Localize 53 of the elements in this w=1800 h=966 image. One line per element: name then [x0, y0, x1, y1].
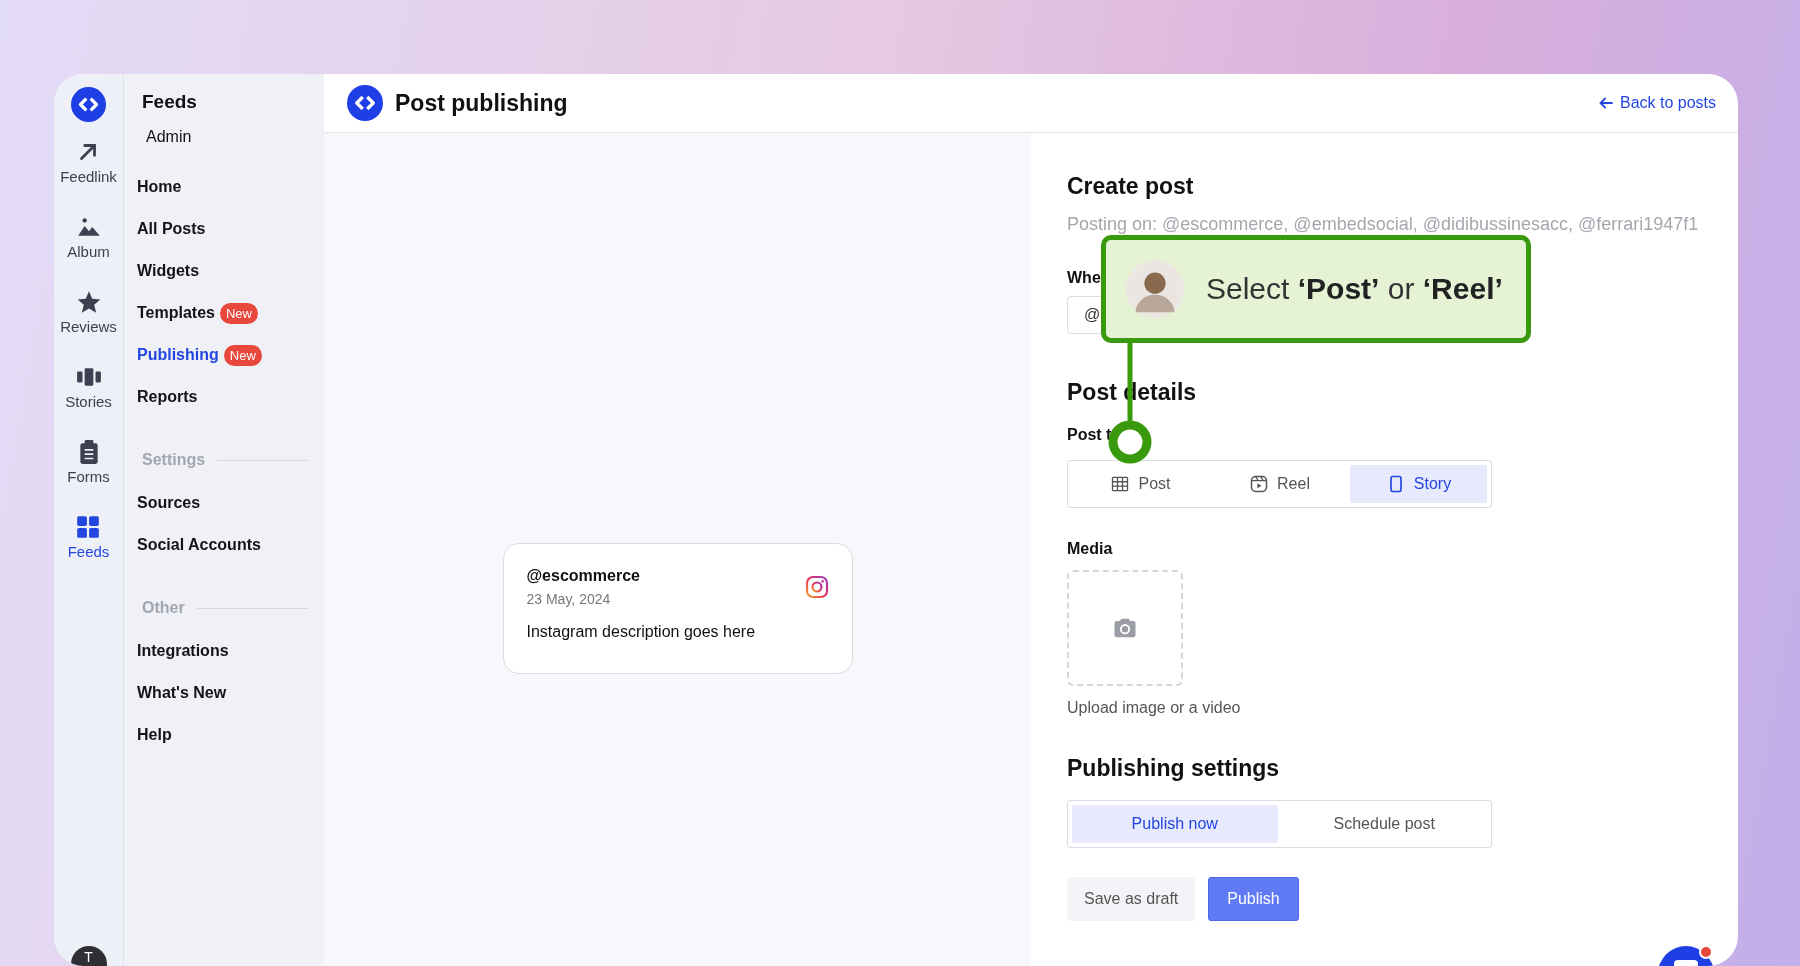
rail-item[interactable]: Stories	[65, 393, 112, 410]
grid-icon	[1110, 474, 1131, 494]
sidebar-item[interactable]: Reports	[137, 388, 198, 406]
play-icon	[1249, 474, 1270, 494]
sidebar-item[interactable]: Widgets	[137, 262, 200, 280]
rail-item[interactable]: Album	[67, 243, 110, 260]
post-type-tab[interactable]: Reel	[1211, 465, 1348, 503]
arrow-left-icon	[1597, 95, 1614, 111]
user-avatar[interactable]: T	[70, 946, 107, 966]
sidebar-item[interactable]: Integrations	[137, 642, 229, 660]
new-badge: New	[223, 344, 262, 366]
publish-mode-tab[interactable]: Schedule post	[1281, 805, 1487, 843]
post-date: 23 May, 2024	[526, 591, 612, 607]
section-heading: Settings	[142, 451, 206, 469]
field-label: Media	[1067, 540, 1113, 558]
account-name[interactable]: Admin	[137, 124, 324, 166]
upload-area[interactable]	[1067, 570, 1183, 686]
posting-accounts: Posting on: @escommerce, @embedsocial, @didibussinesacc, @ferrari1947f1	[1067, 214, 1700, 235]
rail-item[interactable]: Feedlink	[60, 168, 117, 185]
grid-icon	[75, 514, 102, 540]
callout-text: Select ‘Post’ or ‘Reel’	[1206, 272, 1503, 306]
post-type-tab[interactable]: Story	[1350, 465, 1487, 503]
upload-hint: Upload image or a video	[1067, 699, 1242, 717]
back-link[interactable]: Back to posts	[1597, 94, 1716, 112]
section-title: Create post	[1067, 173, 1195, 200]
sidebar-item[interactable]: Publishing	[137, 346, 219, 364]
sidebar-item[interactable]: Templates	[137, 304, 215, 322]
draft-button[interactable]: Save as draft	[1067, 877, 1196, 921]
publish-mode-tab[interactable]: Publish now	[1072, 805, 1278, 843]
sidebar-title: Feeds	[141, 90, 198, 114]
sidebar-item[interactable]: Help	[137, 726, 172, 744]
rail-item[interactable]: Forms	[67, 468, 110, 485]
sidebar-item[interactable]: What's New	[137, 684, 227, 702]
sidebar-item[interactable]: Social Accounts	[137, 536, 261, 554]
logo	[71, 87, 106, 122]
sidebar-item[interactable]: All Posts	[137, 220, 206, 238]
account-handle: @escommerce	[526, 567, 640, 585]
post-type-tab[interactable]: Post	[1072, 465, 1209, 503]
sidebar-item[interactable]: Home	[137, 178, 182, 196]
star-icon	[75, 289, 102, 315]
sidebar-item[interactable]: Sources	[137, 494, 201, 512]
section-title: Publishing settings	[1067, 755, 1281, 782]
post-description: Instagram description goes here	[526, 623, 757, 641]
logo	[347, 85, 383, 121]
section-heading: Other	[142, 599, 185, 617]
new-badge: New	[219, 302, 258, 324]
instagram-icon	[804, 575, 829, 599]
publish-button[interactable]: Publish	[1208, 877, 1299, 921]
rail-item[interactable]: Feeds	[67, 543, 110, 560]
field-label: Whe	[1067, 269, 1101, 287]
rail-item[interactable]: Reviews	[60, 318, 117, 335]
page-title: Post publishing	[395, 89, 568, 117]
avatar	[1126, 260, 1184, 318]
